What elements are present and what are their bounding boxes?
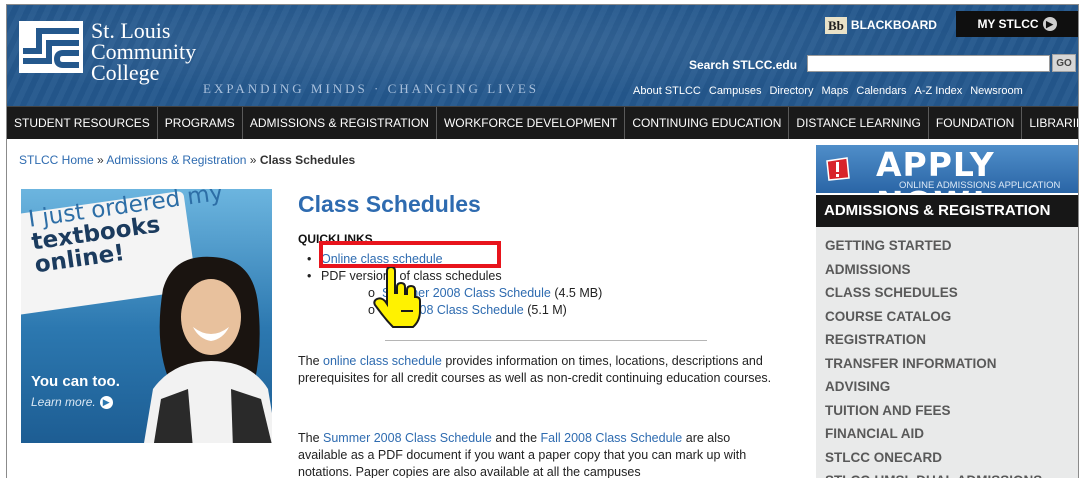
pdf-paragraph: The Summer 2008 Class Schedule and the F… [298,430,778,478]
blackboard-label: BLACKBOARD [850,18,937,32]
nav-distance-learning[interactable]: DISTANCE LEARNING [789,107,929,139]
breadcrumb-home-link[interactable]: STLCC Home [19,153,94,167]
nav-workforce-development[interactable]: WORKFORCE DEVELOPMENT [437,107,626,139]
about-link[interactable]: About STLCC [633,85,701,97]
sidebar-item-advising[interactable]: ADVISING [816,375,1078,399]
directory-link[interactable]: Directory [769,85,813,97]
calendars-link[interactable]: Calendars [856,85,906,97]
breadcrumb-current: Class Schedules [259,153,356,167]
page-title: Class Schedules [298,191,481,217]
my-stlcc-label: MY STLCC [977,17,1039,31]
fall-pdf-size: (5.1 M) [527,303,567,317]
blackboard-link[interactable]: Bb BLACKBOARD [825,14,937,36]
student-photo [144,256,272,443]
college-name[interactable]: St. Louis Community College [91,18,197,85]
my-stlcc-button[interactable]: MY STLCC ▶ [956,11,1078,37]
list-item: • PDF versions of class schedules [307,268,602,285]
para2-pre: The [298,431,324,445]
list-item: o Summer 2008 Class Schedule (4.5 MB) [307,285,602,302]
maps-link[interactable]: Maps [821,85,848,97]
arrow-right-icon: ▶ [99,395,113,409]
apply-now-banner[interactable]: APPLY NOW! ONLINE ADMISSIONS APPLICATION [816,145,1078,193]
promo-learn-more-link[interactable]: Learn more. ▶ [31,395,113,409]
sidebar-item-financial-aid[interactable]: FINANCIAL AID [816,422,1078,446]
sidebar-item-tuition-and-fees[interactable]: TUITION AND FEES [816,399,1078,423]
stlcc-logo-icon[interactable] [19,21,83,73]
apply-now-subtext: ONLINE ADMISSIONS APPLICATION [899,180,1061,191]
blackboard-logo-icon: Bb [825,16,847,34]
site-header: St. Louis Community College EXPANDING MI… [7,5,1078,106]
nav-student-resources[interactable]: STUDENT RESOURCES [7,107,158,139]
sidebar-menu: GETTING STARTED ADMISSIONS CLASS SCHEDUL… [816,227,1078,478]
search-input[interactable] [807,55,1050,72]
utility-links: About STLCC Campuses Directory Maps Cale… [633,85,1023,97]
breadcrumb: STLCC Home » Admissions & Registration »… [19,153,355,167]
online-schedule-paragraph: The online class schedule provides infor… [298,353,778,387]
nav-libraries[interactable]: LIBRARIES [1022,107,1078,139]
bullet-icon: • [307,269,312,283]
arrow-right-icon: ▶ [1042,17,1057,31]
nav-programs[interactable]: PROGRAMS [158,107,243,139]
campuses-link[interactable]: Campuses [709,85,762,97]
exclamation-icon [826,157,850,181]
breadcrumb-separator: » [97,153,104,167]
textbooks-promo-banner[interactable]: I just ordered my textbooks online! You … [21,189,272,443]
logo-line3: College [91,60,160,85]
a-z-index-link[interactable]: A-Z Index [915,85,963,97]
logo-line2: Community [91,39,197,64]
summer-pdf-size: (4.5 MB) [554,286,603,300]
search-go-button[interactable]: GO [1052,54,1076,72]
sidebar-item-stlcc-onecard[interactable]: STLCC ONECARD [816,446,1078,470]
sidebar-item-course-catalog[interactable]: COURSE CATALOG [816,305,1078,329]
para-fall-schedule-link[interactable]: Fall 2008 Class Schedule [541,431,683,445]
para-summer-schedule-link[interactable]: Summer 2008 Class Schedule [323,431,492,445]
nav-admissions-registration[interactable]: ADMISSIONS & REGISTRATION [243,107,437,139]
breadcrumb-section-link[interactable]: Admissions & Registration [106,153,246,167]
sidebar-item-transfer-information[interactable]: TRANSFER INFORMATION [816,352,1078,376]
para-online-schedule-link[interactable]: online class schedule [323,354,442,368]
para2-mid: and the [491,431,541,445]
sidebar-section-title: ADMISSIONS & REGISTRATION [816,195,1078,227]
nav-foundation[interactable]: FOUNDATION [929,107,1023,139]
learn-more-label: Learn more. [31,395,96,409]
para1-pre: The [298,354,324,368]
list-item: o Fall 2008 Class Schedule (5.1 M) [307,302,602,319]
sidebar-item-getting-started[interactable]: GETTING STARTED [816,234,1078,258]
sidebar-item-admissions[interactable]: ADMISSIONS [816,258,1078,282]
tagline: EXPANDING MINDS · CHANGING LIVES [203,81,540,96]
hand-pointer-cursor-icon [373,267,421,328]
content-divider [385,340,707,341]
breadcrumb-separator: » [249,153,257,167]
logo-line1: St. Louis [91,18,171,43]
promo-cta: You can too. [31,373,120,390]
main-nav: STUDENT RESOURCES PROGRAMS ADMISSIONS & … [7,106,1078,139]
sidebar-item-registration[interactable]: REGISTRATION [816,328,1078,352]
sidebar-item-class-schedules[interactable]: CLASS SCHEDULES [816,281,1078,305]
browser-page: St. Louis Community College EXPANDING MI… [6,4,1079,478]
search-label: Search STLCC.edu [689,58,798,72]
nav-continuing-education[interactable]: CONTINUING EDUCATION [625,107,790,139]
highlight-box [319,241,501,268]
newsroom-link[interactable]: Newsroom [970,85,1023,97]
